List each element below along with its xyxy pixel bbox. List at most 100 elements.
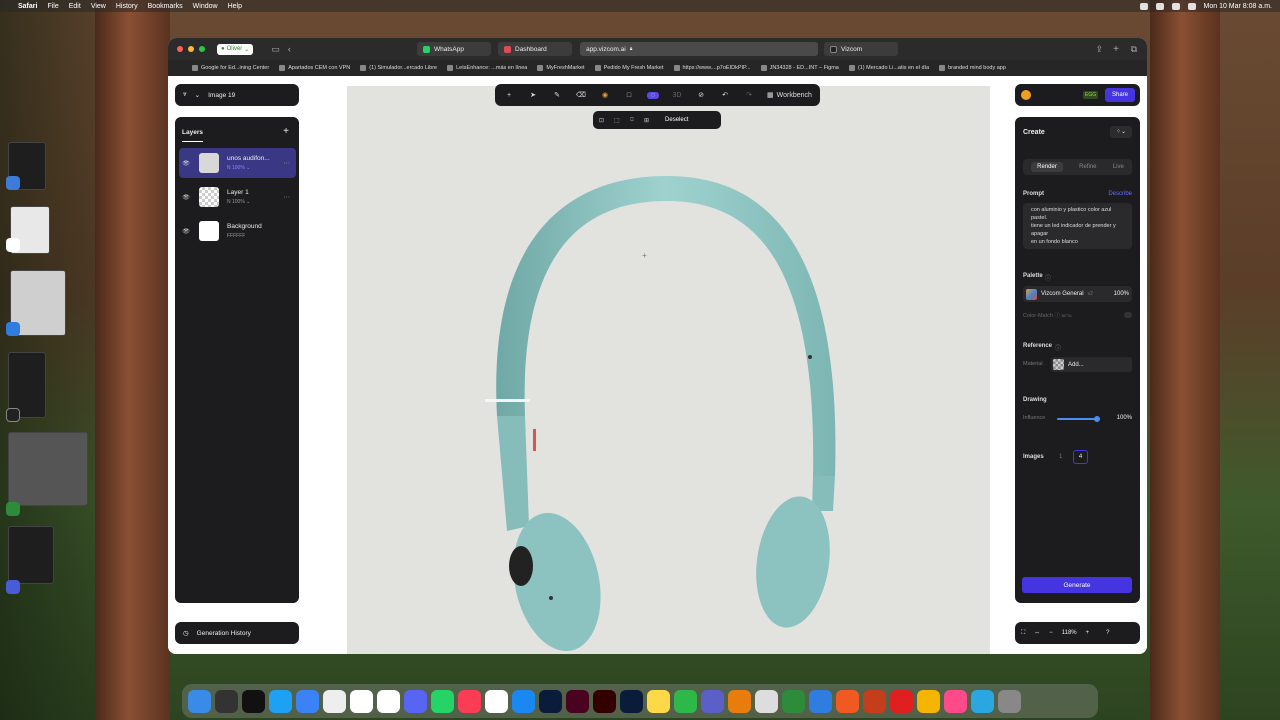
menu-window[interactable]: Window [193,3,218,10]
palette-selector[interactable]: Vizcom General v2 100% [1023,286,1132,302]
describe-button[interactable]: Describe [1108,191,1132,197]
app-icon[interactable] [485,689,508,713]
color-wheel-icon[interactable]: ◉ [599,91,611,99]
images-option-selected[interactable]: 4 [1073,450,1088,464]
crop-icon[interactable]: ⊞ [644,117,649,124]
influence-slider[interactable] [1057,416,1100,422]
fit-screen-icon[interactable]: ⛶ [1021,630,1025,637]
bookmark-item[interactable]: https://www....p7oEIDkPIP... [673,65,751,71]
acrobat-icon[interactable] [890,689,913,713]
influence-slider-handle[interactable] [1094,416,1100,422]
skype-icon[interactable] [269,689,292,713]
info-icon[interactable]: ⓘ [1055,343,1061,352]
avatar[interactable] [1021,90,1031,100]
tab-whatsapp[interactable]: WhatsApp [417,42,491,56]
app-icon[interactable] [944,689,967,713]
images-option[interactable]: 1 [1059,454,1062,460]
add-layer-icon[interactable]: + [283,126,289,137]
app-icon[interactable] [6,238,20,252]
select-rect-icon[interactable]: ⬚ [614,117,620,124]
status-icon[interactable] [1155,2,1164,10]
more-options-icon[interactable]: ⋯ [284,159,291,167]
mask-icon[interactable]: ⊘ [695,91,707,99]
slack-icon[interactable] [377,689,400,713]
teams-icon[interactable] [701,689,724,713]
app-icon[interactable] [755,689,778,713]
select-arrow-icon[interactable]: ➤ [527,91,539,99]
info-icon[interactable]: ⓘ [1054,313,1060,319]
whatsapp-icon[interactable] [431,689,454,713]
shape-icon[interactable]: □ [623,92,635,99]
app-icon[interactable] [6,176,20,190]
stage-window-thumb[interactable] [8,432,88,506]
influence-value[interactable]: 100% [1117,415,1132,421]
layer-blend[interactable]: N 100% ⌄ [227,165,270,171]
share-icon[interactable]: ⇪ [1095,44,1103,55]
create-options-button[interactable]: ⁘⌄ [1110,126,1132,138]
bookmark-item[interactable]: LetsEnhance: ...más en línea [447,65,527,71]
help-icon[interactable]: ? [1106,630,1109,636]
tab-dashboard[interactable]: Dashboard [498,42,572,56]
layer-blend[interactable]: N 100% ⌄ [227,199,250,205]
bookmark-item[interactable]: (1) Simulador...ercado Libre [360,65,437,71]
address-bar[interactable]: app.vizcom.ai 🔒︎ [580,42,818,56]
workbench-button[interactable]: ▦ Workbench [767,91,812,100]
menu-view[interactable]: View [91,3,106,10]
app-icon[interactable] [971,689,994,713]
status-icon[interactable] [1139,2,1148,10]
minimize-window-button[interactable] [188,46,194,52]
prompt-textarea[interactable]: con aluminio y plastico color azul paste… [1023,203,1132,249]
menu-history[interactable]: History [116,3,138,10]
menu-help[interactable]: Help [228,3,242,10]
notes-icon[interactable] [647,689,670,713]
app-icon[interactable] [215,689,238,713]
menu-edit[interactable]: Edit [69,3,81,10]
trash-icon[interactable] [998,689,1021,713]
lasso-icon[interactable]: ◌ [647,91,659,99]
safari-icon[interactable] [512,689,535,713]
mail-icon[interactable] [296,689,319,713]
photoshop-icon[interactable] [539,689,562,713]
reminders-icon[interactable] [323,689,346,713]
sidebar-toggle-icon[interactable]: ▭ [271,44,280,55]
wifi-icon[interactable] [1171,2,1180,10]
menu-bookmarks[interactable]: Bookmarks [148,3,183,10]
tab-refine[interactable]: Refine [1079,164,1096,170]
teams-icon[interactable] [6,580,20,594]
palette-strength[interactable]: 100% [1114,291,1129,297]
menu-safari[interactable]: Safari [18,3,37,10]
bookmark-item[interactable]: Google for Ed...ining Center [192,65,269,71]
fit-width-icon[interactable]: ⇔ [1034,630,1040,636]
layer-item[interactable]: 👁︎ unos audifon... N 100% ⌄ ⋯ [179,148,296,178]
photos-icon[interactable] [917,689,940,713]
brush-icon[interactable]: ✎ [551,91,563,99]
eraser-icon[interactable]: ⌫ [575,91,587,99]
new-tab-icon[interactable]: + [1113,44,1119,55]
canvas[interactable]: + [347,86,990,654]
photoshop-icon[interactable] [620,689,643,713]
finder-icon[interactable] [188,689,211,713]
calendar-icon[interactable] [350,689,373,713]
back-arrow-icon[interactable]: ‹ [288,44,291,54]
numbers-icon[interactable] [674,689,697,713]
app-icon[interactable] [809,689,832,713]
bookmark-item[interactable]: JN34328 - ED...INT – Figma [760,65,839,71]
zoom-in-icon[interactable]: + [1086,630,1090,636]
bookmark-item[interactable]: (1) Mercado Li...atis en el día [848,65,929,71]
app-icon[interactable] [836,689,859,713]
generate-button[interactable]: Generate [1022,577,1132,593]
3d-icon[interactable]: 3D [671,92,683,99]
menubar-clock[interactable]: Mon 10 Mar 8:08 a.m. [1204,3,1272,10]
redo-icon[interactable]: ↷ [743,91,755,99]
discord-icon[interactable] [404,689,427,713]
app-icon[interactable] [6,502,20,516]
file-menu[interactable]: ⩔ ⌄ Image 19 [175,84,299,106]
info-icon[interactable]: ⓘ [1045,273,1051,282]
mail-icon[interactable] [6,322,20,336]
eye-icon[interactable]: 👁︎ [179,228,193,235]
generation-history-button[interactable]: ◷ Generation History [175,622,299,644]
add-icon[interactable]: + [503,92,515,99]
menu-file[interactable]: File [47,3,58,10]
eye-icon[interactable]: 👁︎ [179,160,193,167]
share-button[interactable]: Share [1105,88,1135,102]
